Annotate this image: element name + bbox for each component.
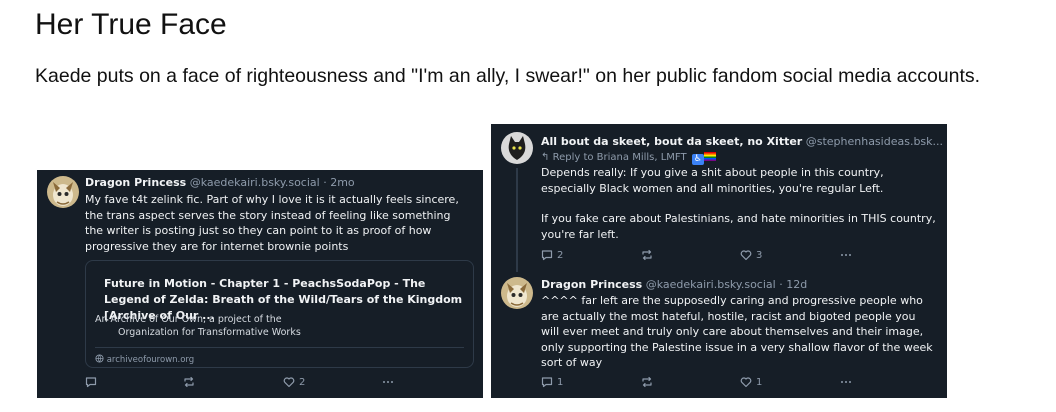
page-title: Her True Face — [35, 8, 227, 41]
more-options-button[interactable] — [840, 249, 852, 261]
reply-icon — [541, 250, 553, 261]
reply-count: 2 — [557, 249, 564, 261]
cat-avatar-image — [501, 132, 533, 164]
reply-icon — [541, 377, 553, 388]
post: All bout da skeet, bout da skeet, no Xit… — [491, 124, 947, 272]
like-button[interactable]: 3 — [740, 249, 762, 261]
reply-button[interactable]: 1 — [541, 376, 563, 388]
reply-icon — [85, 377, 97, 388]
reply-button[interactable]: 2 — [541, 249, 563, 261]
heart-icon — [740, 377, 752, 388]
post-text: ^^^^ far left are the supposedly caring … — [541, 294, 933, 369]
repost-icon — [184, 376, 194, 388]
rainbow-flag-icon — [703, 152, 716, 161]
right-thread-screenshot: All bout da skeet, bout da skeet, no Xit… — [491, 124, 947, 398]
post: Dragon Princess @kaedekairi.bsky.social … — [37, 170, 483, 398]
heart-icon — [740, 250, 752, 261]
avatar[interactable] — [47, 176, 79, 208]
reply-button[interactable] — [85, 376, 97, 388]
more-icon — [841, 381, 851, 383]
left-post-screenshot: Dragon Princess @kaedekairi.bsky.social … — [37, 170, 483, 398]
like-button[interactable]: 2 — [283, 376, 305, 388]
more-icon — [383, 381, 393, 383]
more-icon — [841, 254, 851, 256]
avatar[interactable] — [501, 132, 533, 164]
accessibility-icon: ♿ — [691, 154, 704, 165]
display-name[interactable]: Dragon Princess — [541, 278, 642, 291]
post-actions: 1 1 — [541, 376, 921, 390]
display-name[interactable]: Dragon Princess — [85, 176, 186, 189]
post-text: If you fake care about Palestinians, and… — [541, 212, 936, 241]
post-actions: 2 — [85, 376, 465, 390]
link-card-domain-text: archiveofourown.org — [106, 355, 195, 365]
display-name[interactable]: All bout da skeet, bout da skeet, no Xit… — [541, 135, 802, 148]
thread-connector — [516, 168, 518, 272]
link-card[interactable]: Future in Motion - Chapter 1 - PeachsSod… — [85, 260, 474, 368]
more-options-button[interactable] — [382, 376, 394, 388]
post-text: Depends really: If you give a shit about… — [541, 166, 884, 195]
like-count: 2 — [299, 376, 306, 388]
reply-to-text: Reply to Briana Mills, LMFT — [552, 152, 687, 163]
avatar[interactable] — [501, 277, 533, 309]
post-header: Dragon Princess @kaedekairi.bsky.social … — [541, 278, 807, 292]
link-card-domain: archiveofourown.org — [95, 354, 194, 365]
reply-arrow-icon: ↰ — [541, 152, 550, 163]
handle-and-time[interactable]: @kaedekairi.bsky.social · 12d — [646, 278, 807, 291]
handle-and-time[interactable]: @stephenhasideas.bsk... · 13d — [806, 135, 947, 148]
repost-icon — [642, 249, 652, 261]
like-count: 3 — [756, 249, 763, 261]
link-card-description: An Archive of Our Own, a project of the … — [95, 313, 301, 339]
heart-icon — [283, 377, 295, 388]
post-text: My fave t4t zelink fic. Part of why I lo… — [85, 193, 459, 253]
reply-count: 1 — [557, 376, 564, 388]
link-icon — [95, 354, 104, 363]
repost-icon — [642, 376, 652, 388]
intro-paragraph: Kaede puts on a face of righteousness an… — [35, 65, 981, 87]
link-card-description-line: Organization for Transformative Works — [118, 327, 301, 338]
handle-and-time[interactable]: @kaedekairi.bsky.social · 2mo — [190, 176, 355, 189]
post-header: Dragon Princess @kaedekairi.bsky.social … — [85, 176, 355, 190]
dragon-avatar-image — [47, 176, 79, 208]
dragon-avatar-image — [501, 277, 533, 309]
link-card-divider — [95, 347, 464, 348]
repost-button[interactable] — [641, 376, 653, 388]
post: Dragon Princess @kaedekairi.bsky.social … — [491, 274, 947, 398]
like-button[interactable]: 1 — [740, 376, 762, 388]
reply-to-indicator[interactable]: ↰ Reply to Briana Mills, LMFT ♿ — [541, 151, 716, 165]
repost-button[interactable] — [183, 376, 195, 388]
repost-button[interactable] — [641, 249, 653, 261]
more-options-button[interactable] — [840, 376, 852, 388]
post-actions: 2 3 — [541, 249, 921, 263]
like-count: 1 — [756, 376, 763, 388]
post-header: All bout da skeet, bout da skeet, no Xit… — [541, 135, 947, 149]
link-card-description-line: An Archive of Our Own, a project of the — [95, 314, 282, 325]
